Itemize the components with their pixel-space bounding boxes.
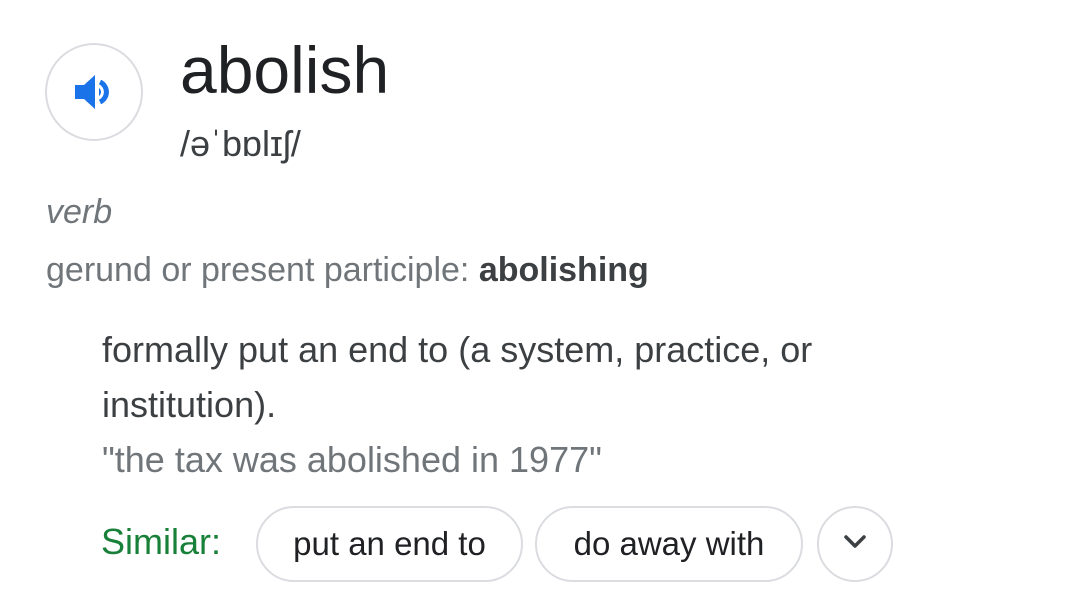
inflection-line: gerund or present participle: abolishing [46,249,649,291]
inflection-form: abolishing [478,251,649,289]
similar-chip-do-away-with[interactable]: do away with [535,506,803,582]
dictionary-card: abolish /əˈbɒlɪʃ/ verb gerund or present… [0,0,1080,612]
headword: abolish [180,33,390,107]
expand-similar-button[interactable] [817,506,893,582]
phonetic-spelling: /əˈbɒlɪʃ/ [180,123,301,164]
part-of-speech: verb [46,193,113,231]
similar-chip-put-an-end-to[interactable]: put an end to [256,506,523,582]
inflection-label: gerund or present participle: [46,251,470,289]
speaker-icon [71,69,117,115]
similar-label: Similar: [101,521,222,562]
chevron-down-icon [840,527,870,562]
example-sentence: "the tax was abolished in 1977" [102,439,602,480]
definition-text: formally put an end to (a system, practi… [102,329,813,425]
pronunciation-audio-button[interactable] [45,43,143,141]
